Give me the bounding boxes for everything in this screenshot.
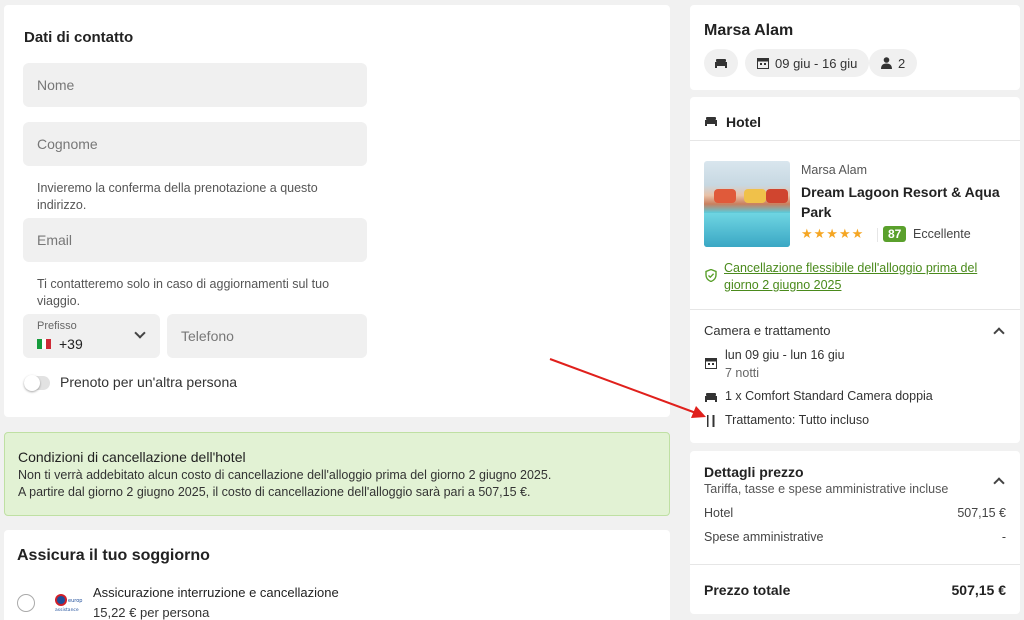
flexible-cancellation-link[interactable]: Cancellazione flessibile dell'alloggio p… — [724, 260, 994, 294]
hotel-name-line-2[interactable]: Park — [801, 204, 831, 220]
cancellation-title: Condizioni di cancellazione dell'hotel — [18, 449, 246, 465]
price-row-value: 507,15 € — [957, 506, 1006, 520]
insurance-title: Assicura il tuo soggiorno — [17, 547, 210, 564]
price-title[interactable]: Dettagli prezzo — [704, 464, 804, 480]
email-placeholder: Email — [37, 232, 73, 248]
phone-placeholder: Telefono — [181, 328, 234, 344]
star-rating-icons: ★★★★★ — [801, 226, 865, 241]
dates-chip[interactable]: 09 giu - 16 giu — [745, 49, 870, 77]
phone-input[interactable]: Telefono — [167, 314, 367, 358]
first-name-placeholder: Nome — [37, 77, 75, 93]
prefix-value: +39 — [37, 336, 83, 352]
price-subtitle: Tariffa, tasse e spese amministrative in… — [704, 482, 949, 496]
flex-cancel-line-1: Cancellazione flessibile dell'alloggio p… — [724, 261, 978, 275]
contact-title: Dati di contatto — [24, 29, 134, 46]
chevron-down-icon — [134, 327, 146, 339]
total-label: Prezzo totale — [704, 582, 791, 598]
dates-chip-label: 09 giu - 16 giu — [775, 55, 858, 71]
cancellation-conditions-banner: Condizioni di cancellazione dell'hotel N… — [4, 432, 670, 516]
europ-assistance-logo: europ assistance — [52, 592, 84, 614]
prefix-label: Prefisso — [37, 320, 77, 332]
phone-prefix-select[interactable]: Prefisso +39 — [23, 314, 160, 358]
email-input[interactable]: Email — [23, 218, 367, 262]
insurance-card: Assicura il tuo soggiorno europ assistan… — [4, 530, 670, 620]
review-score-badge: 87 — [883, 226, 907, 242]
cancellation-line-1: Non ti verrà addebitato alcun costo di c… — [18, 468, 552, 482]
room-section-title[interactable]: Camera e trattamento — [704, 323, 830, 338]
hotel-name-line-1[interactable]: Dream Lagoon Resort & Aqua — [801, 184, 1000, 200]
calendar-icon — [757, 58, 769, 69]
phone-hint: Ti contatteremo solo in caso di aggiorna… — [37, 277, 330, 308]
divider — [690, 309, 1020, 310]
calendar-icon — [705, 358, 717, 369]
cancellation-line-2: A partire dal giorno 2 giugno 2025, il c… — [18, 485, 531, 499]
shield-check-icon — [705, 269, 717, 282]
contact-details-card: Dati di contatto Nome Cognome Invieremo … — [4, 5, 670, 417]
divider — [690, 140, 1020, 141]
italy-flag-icon — [37, 339, 52, 349]
bed-icon — [705, 393, 717, 402]
guests-chip[interactable]: 2 — [869, 49, 918, 77]
price-row-value: - — [1001, 530, 1006, 544]
flex-cancel-line-2: giorno 2 giugno 2025 — [724, 278, 842, 292]
price-details-card: Dettagli prezzo Tariffa, tasse e spese a… — [690, 451, 1020, 614]
nights-count: 7 notti — [725, 366, 760, 380]
board-type: Trattamento: Tutto incluso — [725, 413, 870, 427]
price-row-label: Hotel — [704, 506, 734, 520]
other-person-toggle[interactable] — [24, 375, 50, 391]
guests-count: 2 — [898, 55, 906, 71]
divider — [877, 228, 878, 242]
price-row-label: Spese amministrative — [704, 530, 824, 544]
insurance-option-price: 15,22 € per persona — [93, 605, 210, 620]
room-type: 1 x Comfort Standard Camera doppia — [725, 389, 933, 403]
last-name-placeholder: Cognome — [37, 136, 98, 152]
other-person-label: Prenoto per un'altra persona — [60, 374, 238, 390]
first-name-input[interactable]: Nome — [23, 63, 367, 107]
bed-icon — [715, 59, 727, 68]
last-name-input[interactable]: Cognome — [23, 122, 367, 166]
hotel-chip[interactable] — [704, 49, 738, 77]
stay-dates: lun 09 giu - lun 16 giu — [725, 348, 845, 362]
hotel-card: Hotel Marsa Alam Dream Lagoon Resort & A… — [690, 97, 1020, 443]
hotel-section-title: Hotel — [726, 114, 761, 130]
total-value: 507,15 € — [951, 582, 1007, 598]
insurance-option-radio[interactable] — [17, 594, 35, 612]
svg-text:assistance: assistance — [55, 607, 79, 613]
chevron-up-icon[interactable] — [993, 327, 1005, 339]
bed-icon — [705, 117, 717, 126]
divider — [690, 564, 1020, 565]
hotel-location: Marsa Alam — [801, 163, 867, 177]
prefix-code: +39 — [59, 336, 83, 352]
person-icon — [881, 57, 892, 69]
email-hint: Invieremo la conferma della prenotazione… — [37, 181, 318, 212]
rating-label: Eccellente — [913, 227, 971, 241]
cutlery-icon — [707, 415, 715, 427]
hotel-photo[interactable] — [704, 161, 790, 247]
chevron-up-icon[interactable] — [993, 477, 1005, 489]
svg-text:europ: europ — [68, 598, 82, 604]
destination-title: Marsa Alam — [704, 22, 794, 39]
trip-summary-card: Marsa Alam 09 giu - 16 giu 2 — [690, 5, 1020, 90]
insurance-option-title: Assicurazione interruzione e cancellazio… — [93, 585, 339, 600]
